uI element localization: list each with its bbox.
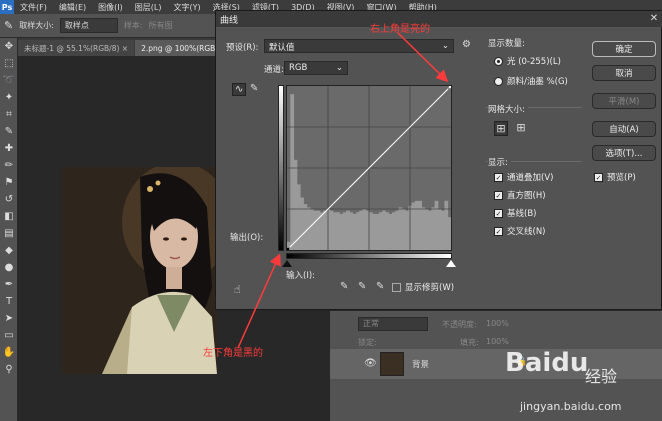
annotation-top-right: 右上角是亮的 — [370, 24, 430, 35]
arrow-bottom-left — [237, 253, 281, 349]
baidu-logo: Baidu — [505, 348, 589, 378]
watermark-text: 经验 — [585, 367, 618, 386]
watermark-url: jingyan.baidu.com — [520, 400, 622, 413]
arrow-top-right — [397, 32, 449, 83]
annotation-bottom-left: 左下角是黑的 — [203, 348, 263, 359]
